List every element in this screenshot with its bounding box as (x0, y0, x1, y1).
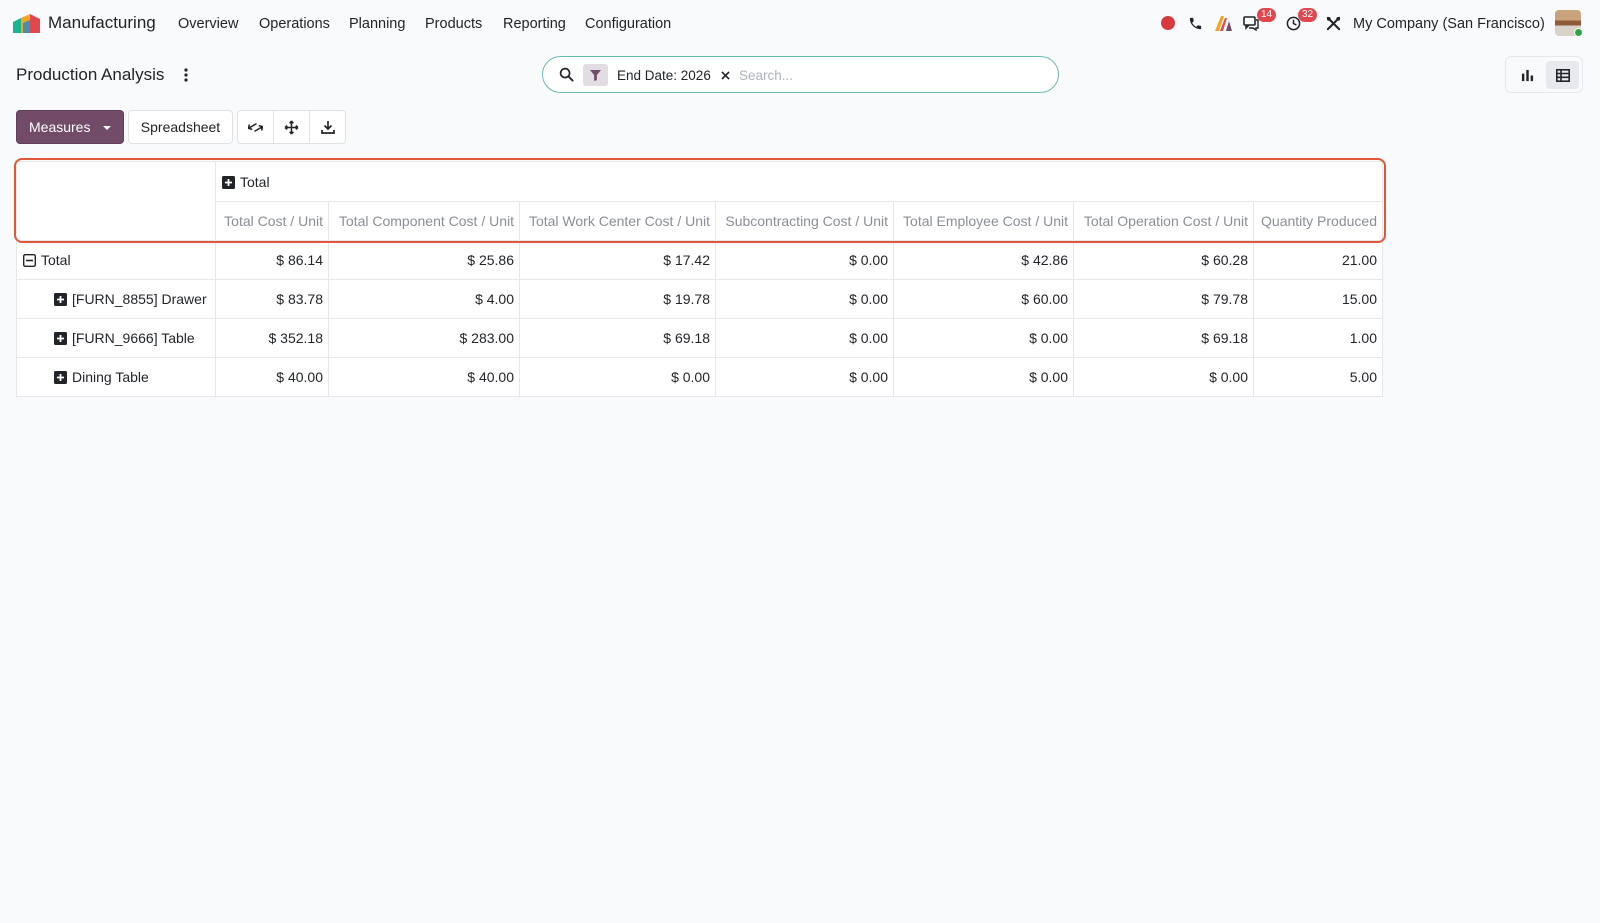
caret-down-icon (103, 126, 111, 130)
measure-header[interactable]: Total Employee Cost / Unit (893, 201, 1074, 241)
table-row: Dining Table $ 40.00 $ 40.00 $ 0.00 $ 0.… (16, 357, 1383, 397)
row-label: Dining Table (72, 369, 149, 385)
online-status-dot (1574, 28, 1583, 37)
search-icon[interactable] (559, 67, 574, 85)
search-input[interactable] (739, 65, 1039, 85)
cell-value[interactable]: $ 0.00 (893, 357, 1074, 397)
expand-all-icon[interactable] (274, 111, 310, 143)
measures-button[interactable]: Measures (16, 110, 124, 144)
row-header-table[interactable]: [FURN_9666] Table (16, 318, 216, 358)
company-switcher[interactable]: My Company (San Francisco) (1353, 16, 1545, 32)
cell-value[interactable]: $ 40.00 (215, 357, 329, 397)
table-row: [FURN_9666] Table $ 352.18 $ 283.00 $ 69… (16, 318, 1383, 358)
cell-value[interactable]: $ 69.18 (519, 318, 716, 358)
cell-value[interactable]: 5.00 (1253, 357, 1383, 397)
measure-header[interactable]: Total Operation Cost / Unit (1073, 201, 1254, 241)
expand-plus-icon (54, 332, 67, 345)
cell-value[interactable]: $ 0.00 (715, 279, 894, 319)
cell-value[interactable]: $ 40.00 (328, 357, 520, 397)
cell-value[interactable]: $ 352.18 (215, 318, 329, 358)
column-header-total[interactable]: Total (215, 161, 1383, 202)
cell-value[interactable]: $ 0.00 (715, 318, 894, 358)
column-group-label: Total (240, 173, 270, 190)
menu-products[interactable]: Products (425, 16, 482, 32)
pivot-view-icon[interactable] (1546, 61, 1579, 89)
messages-badge: 14 (1257, 8, 1277, 22)
tools-icon[interactable] (1324, 14, 1342, 32)
spreadsheet-label: Spreadsheet (140, 119, 221, 135)
cell-value[interactable]: $ 60.28 (1073, 240, 1254, 280)
cell-value[interactable]: $ 79.78 (1073, 279, 1254, 319)
download-icon[interactable] (310, 111, 345, 143)
measure-header[interactable]: Total Work Center Cost / Unit (519, 201, 716, 241)
collapse-minus-icon (23, 254, 36, 267)
activities-badge: 32 (1298, 8, 1318, 22)
view-switcher (1505, 56, 1583, 93)
phone-icon[interactable] (1186, 14, 1204, 32)
pivot-actions-group (237, 110, 346, 144)
row-label: [FURN_9666] Table (72, 330, 195, 346)
menu-reporting[interactable]: Reporting (503, 16, 566, 32)
cell-value[interactable]: $ 60.00 (893, 279, 1074, 319)
cell-value[interactable]: $ 17.42 (519, 240, 716, 280)
menu-overview[interactable]: Overview (178, 16, 238, 32)
kebab-menu-icon[interactable] (181, 66, 191, 84)
table-row: [FURN_8855] Drawer $ 83.78 $ 4.00 $ 19.7… (16, 279, 1383, 319)
cell-value[interactable]: $ 19.78 (519, 279, 716, 319)
cell-value[interactable]: $ 0.00 (715, 357, 894, 397)
cell-value[interactable]: $ 0.00 (519, 357, 716, 397)
menu-planning[interactable]: Planning (349, 16, 405, 32)
search-facet[interactable]: End Date: 2026 (583, 64, 733, 86)
measure-header[interactable]: Total Cost / Unit (215, 201, 329, 241)
cell-value[interactable]: $ 69.18 (1073, 318, 1254, 358)
remove-facet-icon[interactable] (719, 68, 733, 82)
row-label: [FURN_8855] Drawer (72, 291, 207, 307)
cell-value[interactable]: $ 86.14 (215, 240, 329, 280)
row-header-drawer[interactable]: [FURN_8855] Drawer (16, 279, 216, 319)
expand-plus-icon (54, 293, 67, 306)
ai-assistant-icon[interactable] (1214, 14, 1232, 32)
row-label: Total (41, 252, 71, 268)
measures-label: Measures (29, 119, 91, 135)
search-bar[interactable]: End Date: 2026 (542, 56, 1059, 93)
cell-value[interactable]: $ 25.86 (328, 240, 520, 280)
top-navbar: Manufacturing Overview Operations Planni… (0, 0, 1600, 46)
manufacturing-app-icon[interactable] (13, 14, 40, 33)
measure-header[interactable]: Total Component Cost / Unit (328, 201, 520, 241)
cell-value[interactable]: $ 83.78 (215, 279, 329, 319)
cell-value[interactable]: $ 0.00 (715, 240, 894, 280)
cell-value[interactable]: $ 42.86 (893, 240, 1074, 280)
cell-value[interactable]: 15.00 (1253, 279, 1383, 319)
menu-operations[interactable]: Operations (259, 16, 330, 32)
flip-axis-icon[interactable] (238, 111, 274, 143)
record-icon[interactable] (1159, 14, 1177, 32)
pivot-corner-cell (16, 161, 216, 241)
filter-icon (583, 64, 608, 86)
pivot-table: Total Total Cost / Unit Total Component … (16, 161, 1383, 397)
expand-plus-icon (54, 371, 67, 384)
cell-value[interactable]: $ 4.00 (328, 279, 520, 319)
cell-value[interactable]: $ 0.00 (893, 318, 1074, 358)
spreadsheet-button[interactable]: Spreadsheet (128, 110, 233, 144)
cell-value[interactable]: 1.00 (1253, 318, 1383, 358)
table-row: Total $ 86.14 $ 25.86 $ 17.42 $ 0.00 $ 4… (16, 240, 1383, 280)
cell-value[interactable]: 21.00 (1253, 240, 1383, 280)
page-title: Production Analysis (16, 65, 165, 84)
cell-value[interactable]: $ 0.00 (1073, 357, 1254, 397)
facet-label: End Date: 2026 (617, 67, 711, 83)
row-header-total[interactable]: Total (16, 240, 216, 280)
menu-configuration[interactable]: Configuration (585, 16, 671, 32)
app-name[interactable]: Manufacturing (48, 13, 156, 33)
cell-value[interactable]: $ 283.00 (328, 318, 520, 358)
measure-header[interactable]: Quantity Produced (1253, 201, 1383, 241)
expand-plus-icon (222, 175, 235, 189)
graph-view-icon[interactable] (1511, 61, 1544, 89)
row-header-dining-table[interactable]: Dining Table (16, 357, 216, 397)
measure-header[interactable]: Subcontracting Cost / Unit (715, 201, 894, 241)
